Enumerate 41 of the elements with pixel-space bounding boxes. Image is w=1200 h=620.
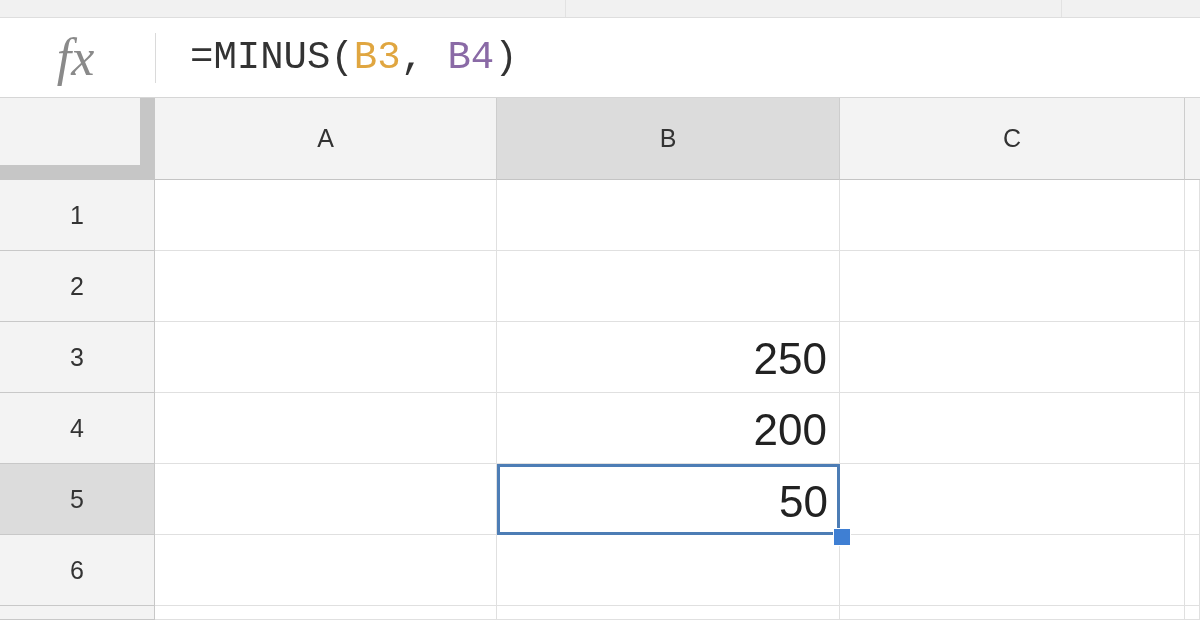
row-header[interactable]: 4 [0, 393, 155, 464]
formula-input[interactable]: =MINUS(B3, B4) [156, 18, 1200, 97]
row-header[interactable]: 5 [0, 464, 155, 535]
table-cell[interactable] [1185, 393, 1200, 464]
table-cell[interactable]: 50 [497, 464, 840, 535]
fx-label: fx [56, 31, 96, 84]
table-cell[interactable] [840, 535, 1185, 606]
row-header[interactable]: 1 [0, 180, 155, 251]
table-cell[interactable] [840, 606, 1185, 620]
table-cell[interactable] [1185, 464, 1200, 535]
table-cell[interactable] [155, 393, 497, 464]
column-header[interactable] [1185, 98, 1200, 180]
row-header[interactable]: 2 [0, 251, 155, 322]
table-cell[interactable] [1185, 535, 1200, 606]
table-cell[interactable] [497, 180, 840, 251]
column-header[interactable]: A [155, 98, 497, 180]
column-header[interactable]: B [497, 98, 840, 180]
table-cell[interactable] [155, 606, 497, 620]
row-header[interactable]: 6 [0, 535, 155, 606]
table-cell[interactable]: 250 [497, 322, 840, 393]
table-cell[interactable] [840, 180, 1185, 251]
table-cell[interactable] [497, 251, 840, 322]
column-header[interactable]: C [840, 98, 1185, 180]
table-cell[interactable] [1185, 251, 1200, 322]
table-cell[interactable] [1185, 180, 1200, 251]
table-cell[interactable]: 200 [497, 393, 840, 464]
table-cell[interactable] [840, 393, 1185, 464]
row-header[interactable]: 3 [0, 322, 155, 393]
table-cell[interactable] [1185, 606, 1200, 620]
table-cell[interactable] [840, 251, 1185, 322]
table-cell[interactable] [840, 322, 1185, 393]
table-cell[interactable] [155, 322, 497, 393]
table-cell[interactable] [155, 180, 497, 251]
table-cell[interactable] [155, 535, 497, 606]
fill-handle[interactable] [833, 528, 851, 546]
table-cell[interactable] [1185, 322, 1200, 393]
table-cell[interactable] [155, 251, 497, 322]
table-cell[interactable] [155, 464, 497, 535]
select-all-corner[interactable] [0, 98, 155, 180]
row-header[interactable] [0, 606, 155, 620]
table-cell[interactable] [497, 606, 840, 620]
